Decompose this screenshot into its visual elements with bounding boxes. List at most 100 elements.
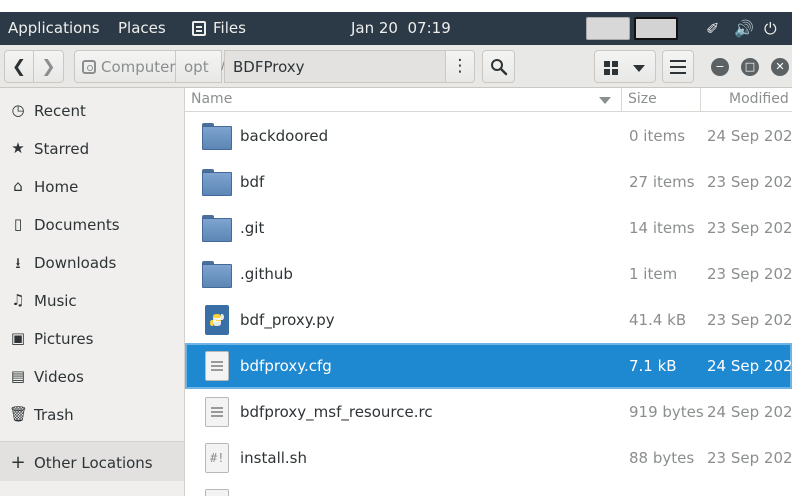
file-list: Name Size Modified backdoored 0 items 24…: [185, 88, 792, 496]
file-size: 1 item: [629, 265, 678, 283]
minimize-button[interactable]: −: [711, 58, 729, 76]
file-row-partial[interactable]: [185, 481, 792, 496]
clock-icon: ◷: [11, 101, 25, 119]
sidebar-item-label: Pictures: [34, 330, 94, 348]
sidebar: ◷ Recent ★ Starred ⌂ Home ▯ Documents ⭳ …: [0, 88, 185, 496]
file-name: bdfproxy_msf_resource.rc: [240, 403, 433, 421]
main-menu-button[interactable]: [662, 50, 694, 83]
files-app-icon: [192, 21, 206, 36]
breadcrumb-label: opt: [184, 58, 209, 76]
file-row[interactable]: .github 1 item 23 Sep 2022: [185, 251, 792, 297]
file-size: 88 bytes: [629, 449, 695, 467]
sidebar-item-label: Recent: [34, 102, 86, 120]
file-size: 0 items: [629, 127, 686, 145]
folder-icon: [202, 167, 232, 197]
maximize-button[interactable]: □: [741, 58, 759, 76]
breadcrumb-computer[interactable]: Computer: [74, 50, 176, 83]
sidebar-item-starred[interactable]: ★ Starred: [0, 129, 184, 167]
star-icon: ★: [11, 139, 25, 157]
sidebar-item-label: Trash: [34, 406, 74, 424]
file-row[interactable]: #! install.sh 88 bytes 23 Sep 2022: [185, 435, 792, 481]
plus-icon: +: [10, 452, 26, 473]
file-modified: 23 Sep 2022: [707, 219, 792, 237]
view-toggle-button[interactable]: [594, 50, 656, 83]
file-size: 919 bytes: [629, 403, 704, 421]
file-name: backdoored: [240, 127, 329, 145]
picture-icon: ▣: [10, 329, 26, 347]
breadcrumb-opt[interactable]: opt: [176, 50, 222, 83]
sidebar-item-trash[interactable]: 🗑 Trash: [0, 395, 184, 433]
text-file-icon: [202, 351, 232, 381]
trash-icon: 🗑: [9, 405, 29, 423]
file-modified: 24 Sep 2022: [707, 403, 792, 421]
places-menu[interactable]: Places: [118, 19, 166, 37]
file-modified: 23 Sep 2022: [707, 449, 792, 467]
location-menu-button[interactable]: ⋮: [445, 50, 475, 83]
search-button[interactable]: [482, 50, 515, 83]
volume-icon[interactable]: 🔊: [734, 19, 754, 38]
drive-icon: [82, 60, 96, 74]
hamburger-icon: [670, 60, 686, 74]
file-row[interactable]: .git 14 items 23 Sep 2022: [185, 205, 792, 251]
grid-view-icon: [604, 61, 618, 75]
script-file-icon: #!: [202, 443, 232, 473]
file-name: bdf_proxy.py: [240, 311, 335, 329]
file-modified: 24 Sep 2022: [707, 127, 792, 145]
file-row[interactable]: bdfproxy_msf_resource.rc 919 bytes 24 Se…: [185, 389, 792, 435]
file-row[interactable]: bdf_proxy.py 41.4 kB 23 Sep 2022: [185, 297, 792, 343]
clock[interactable]: Jan 20 07:19: [351, 19, 451, 37]
sidebar-item-home[interactable]: ⌂ Home: [0, 167, 184, 205]
sidebar-item-label: Home: [34, 178, 79, 196]
close-button[interactable]: ✕: [771, 58, 789, 76]
file-size: 7.1 kB: [629, 357, 677, 375]
home-icon: ⌂: [13, 177, 23, 195]
power-icon[interactable]: ⏻: [764, 19, 777, 39]
column-modified[interactable]: Modified: [729, 91, 789, 107]
column-size[interactable]: Size: [628, 91, 657, 107]
file-modified: 23 Sep 2022: [707, 311, 792, 329]
files-app-menu[interactable]: Files: [213, 19, 246, 37]
sidebar-item-label: Other Locations: [34, 454, 153, 472]
column-divider: [621, 88, 622, 112]
file-modified: 23 Sep 2022: [707, 265, 792, 283]
sidebar-item-downloads[interactable]: ⭳ Downloads: [0, 243, 184, 281]
workspace-2[interactable]: [634, 17, 678, 40]
folder-icon: [202, 121, 232, 151]
sidebar-item-music[interactable]: ♫ Music: [0, 281, 184, 319]
sidebar-item-other-locations[interactable]: + Other Locations: [0, 441, 184, 481]
breadcrumb-current[interactable]: BDFProxy: [224, 50, 446, 83]
applications-menu[interactable]: Applications: [8, 19, 100, 37]
file-modified: 23 Sep 2022: [707, 173, 792, 191]
column-header: Name Size Modified: [185, 88, 792, 112]
screen: Applications Places Files Jan 20 07:19 ✐…: [0, 0, 792, 496]
chevron-left-icon: ❮: [11, 57, 27, 77]
column-name[interactable]: Name: [191, 91, 232, 107]
file-name: .github: [240, 265, 293, 283]
top-bar: Applications Places Files Jan 20 07:19 ✐…: [0, 12, 792, 45]
header-bar: ❮ ❯ Computer opt / BDFProxy ⋮: [0, 45, 792, 88]
sort-descending-icon: [599, 97, 611, 104]
file-modified: 24 Sep 2022: [707, 357, 792, 375]
breadcrumb-label: BDFProxy: [233, 58, 305, 76]
workspace-1[interactable]: [586, 17, 630, 40]
sidebar-item-documents[interactable]: ▯ Documents: [0, 205, 184, 243]
sidebar-item-videos[interactable]: ▤ Videos: [0, 357, 184, 395]
breadcrumb-label: Computer: [101, 58, 176, 76]
sidebar-item-pictures[interactable]: ▣ Pictures: [0, 319, 184, 357]
forward-button[interactable]: ❯: [33, 50, 64, 83]
file-name: .git: [240, 219, 265, 237]
sidebar-item-label: Videos: [34, 368, 84, 386]
file-size: 27 items: [629, 173, 695, 191]
music-icon: ♫: [11, 291, 25, 309]
file-size: 41.4 kB: [629, 311, 687, 329]
dropper-icon[interactable]: ✐: [706, 19, 719, 38]
file-name: install.sh: [240, 449, 307, 467]
file-row[interactable]: backdoored 0 items 24 Sep 2022: [185, 113, 792, 159]
sidebar-item-recent[interactable]: ◷ Recent: [0, 91, 184, 129]
back-button[interactable]: ❮: [4, 50, 34, 83]
file-row[interactable]: bdf 27 items 23 Sep 2022: [185, 159, 792, 205]
sidebar-item-label: Music: [34, 292, 77, 310]
background-window-strip: [0, 0, 792, 12]
file-row-selected[interactable]: bdfproxy.cfg 7.1 kB 24 Sep 2022: [185, 343, 792, 389]
file-name: bdf: [240, 173, 265, 191]
